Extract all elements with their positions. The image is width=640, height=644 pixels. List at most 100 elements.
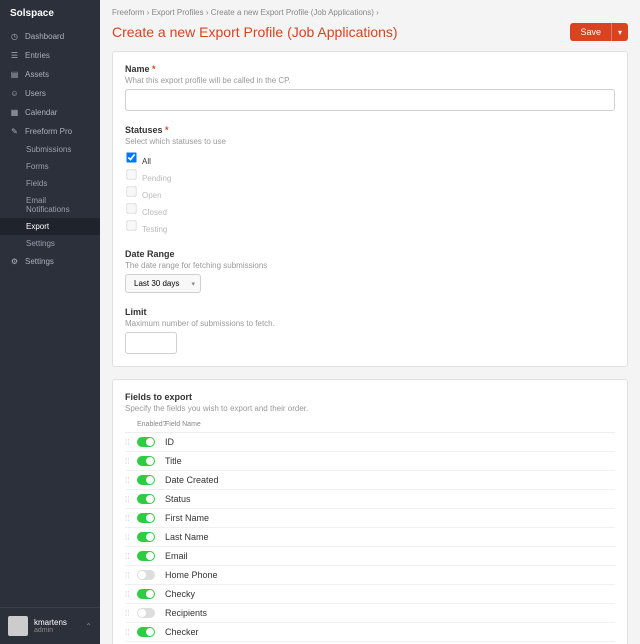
enabled-toggle[interactable] xyxy=(137,608,155,618)
gauge-icon: ◷ xyxy=(10,32,19,41)
enabled-toggle[interactable] xyxy=(137,570,155,580)
user-block[interactable]: kmartens admin ⌃ xyxy=(0,607,100,644)
enabled-toggle[interactable] xyxy=(137,437,155,447)
status-option[interactable]: Closed xyxy=(125,201,615,218)
drag-handle-icon[interactable]: ⁞⁞ xyxy=(125,495,129,504)
sidebar-item-assets[interactable]: ▤ Assets xyxy=(0,65,100,84)
sidebar-nav: ◷ Dashboard ☰ Entries ▤ Assets ☺Users ▦ Cale… xyxy=(0,27,100,607)
gear-icon: ⚙ xyxy=(10,257,19,266)
field-row: ⁞⁞ Recipients xyxy=(125,604,615,623)
status-option[interactable]: Pending xyxy=(125,167,615,184)
name-input[interactable] xyxy=(125,89,615,111)
sidebar-item-label: Calendar xyxy=(25,108,57,117)
field-name: Recipients xyxy=(165,608,615,618)
field-row: ⁞⁞ Title xyxy=(125,452,615,471)
enabled-toggle[interactable] xyxy=(137,627,155,637)
sidebar-sub-settings[interactable]: Settings xyxy=(0,235,100,252)
enabled-toggle[interactable] xyxy=(137,551,155,561)
status-option[interactable]: Testing xyxy=(125,218,615,235)
drag-handle-icon[interactable]: ⁞⁞ xyxy=(125,590,129,599)
field-row: ⁞⁞ Date Created xyxy=(125,471,615,490)
drag-handle-icon[interactable]: ⁞⁞ xyxy=(125,438,129,447)
daterange-help: The date range for fetching submissions xyxy=(125,261,615,270)
limit-help: Maximum number of submissions to fetch. xyxy=(125,319,615,328)
enabled-toggle[interactable] xyxy=(137,513,155,523)
enabled-toggle[interactable] xyxy=(137,456,155,466)
field-row: ⁞⁞ First Name xyxy=(125,509,615,528)
sidebar-item-dashboard[interactable]: ◷ Dashboard xyxy=(0,27,100,46)
sidebar-item-freeform[interactable]: ✎ Freeform Pro xyxy=(0,122,100,141)
sidebar-sub-email-notifications[interactable]: Email Notifications xyxy=(0,192,100,218)
field-row: ⁞⁞ Status xyxy=(125,490,615,509)
enabled-toggle[interactable] xyxy=(137,475,155,485)
status-option[interactable]: All xyxy=(125,150,615,167)
sidebar-sub-submissions[interactable]: Submissions xyxy=(0,141,100,158)
limit-label: Limit xyxy=(125,307,615,317)
sidebar-item-label: Assets xyxy=(25,70,49,79)
field-name: Date Created xyxy=(165,475,615,485)
field-row: ⁞⁞ Last Name xyxy=(125,528,615,547)
drag-handle-icon[interactable]: ⁞⁞ xyxy=(125,571,129,580)
enabled-toggle[interactable] xyxy=(137,589,155,599)
daterange-label: Date Range xyxy=(125,249,615,259)
sidebar-item-users[interactable]: ☺Users xyxy=(0,84,100,103)
drag-handle-icon[interactable]: ⁞⁞ xyxy=(125,628,129,637)
crumb-2: Create a new Export Profile (Job Applica… xyxy=(211,8,374,17)
field-name: Email xyxy=(165,551,615,561)
calendar-icon: ▦ xyxy=(10,108,19,117)
sidebar-sub-fields[interactable]: Fields xyxy=(0,175,100,192)
crumb-0[interactable]: Freeform xyxy=(112,8,144,17)
enabled-toggle[interactable] xyxy=(137,532,155,542)
user-icon: ☺ xyxy=(10,89,19,98)
chevron-up-icon: ⌃ xyxy=(85,622,92,631)
drag-handle-icon[interactable]: ⁞⁞ xyxy=(125,552,129,561)
drag-handle-icon[interactable]: ⁞⁞ xyxy=(125,609,129,618)
drag-handle-icon[interactable]: ⁞⁞ xyxy=(125,476,129,485)
drag-handle-icon[interactable]: ⁞⁞ xyxy=(125,533,129,542)
sidebar-item-label: Entries xyxy=(25,51,50,60)
panel-fields: Fields to export Specify the fields you … xyxy=(112,379,628,644)
brand: Solspace xyxy=(0,0,100,27)
field-row: ⁞⁞ Email xyxy=(125,547,615,566)
drag-handle-icon[interactable]: ⁞⁞ xyxy=(125,514,129,523)
drag-handle-icon[interactable]: ⁞⁞ xyxy=(125,457,129,466)
sidebar-item-calendar[interactable]: ▦ Calendar xyxy=(0,103,100,122)
fields-title: Fields to export xyxy=(125,392,615,402)
field-row: ⁞⁞ ID xyxy=(125,433,615,452)
sidebar-item-label: Dashboard xyxy=(25,32,64,41)
enabled-toggle[interactable] xyxy=(137,494,155,504)
user-name: kmartens xyxy=(34,618,79,627)
crumb-1[interactable]: Export Profiles xyxy=(152,8,204,17)
statuses-label: Statuses * xyxy=(125,125,615,135)
field-name: Home Phone xyxy=(165,570,615,580)
field-row: ⁞⁞ Checker xyxy=(125,623,615,642)
limit-input[interactable] xyxy=(125,332,177,354)
statuses-help: Select which statuses to use xyxy=(125,137,615,146)
daterange-select[interactable]: Last 30 days xyxy=(125,274,201,293)
field-name: First Name xyxy=(165,513,615,523)
list-icon: ☰ xyxy=(10,51,19,60)
sidebar-item-label: Settings xyxy=(25,257,54,266)
field-name: Last Name xyxy=(165,532,615,542)
panel-settings: Name * What this export profile will be … xyxy=(112,51,628,367)
save-dropdown[interactable]: ▾ xyxy=(611,23,628,41)
user-role: admin xyxy=(34,627,79,634)
sidebar-sub-export[interactable]: Export xyxy=(0,218,100,235)
sidebar-item-entries[interactable]: ☰ Entries xyxy=(0,46,100,65)
sidebar-sub-forms[interactable]: Forms xyxy=(0,158,100,175)
sidebar-item-settings[interactable]: ⚙ Settings xyxy=(0,252,100,271)
fields-help: Specify the fields you wish to export an… xyxy=(125,404,615,413)
breadcrumb: Freeform › Export Profiles › Create a ne… xyxy=(112,8,628,17)
field-name: Title xyxy=(165,456,615,466)
save-button[interactable]: Save xyxy=(570,23,611,41)
user-info: kmartens admin xyxy=(34,618,79,634)
image-icon: ▤ xyxy=(10,70,19,79)
field-row: ⁞⁞ Home Phone xyxy=(125,566,615,585)
status-option[interactable]: Open xyxy=(125,184,615,201)
sidebar-item-label: Freeform Pro xyxy=(25,127,72,136)
avatar xyxy=(8,616,28,636)
field-row: ⁞⁞ Checky xyxy=(125,585,615,604)
form-icon: ✎ xyxy=(10,127,19,136)
page-title: Create a new Export Profile (Job Applica… xyxy=(112,24,398,40)
field-name: ID xyxy=(165,437,615,447)
